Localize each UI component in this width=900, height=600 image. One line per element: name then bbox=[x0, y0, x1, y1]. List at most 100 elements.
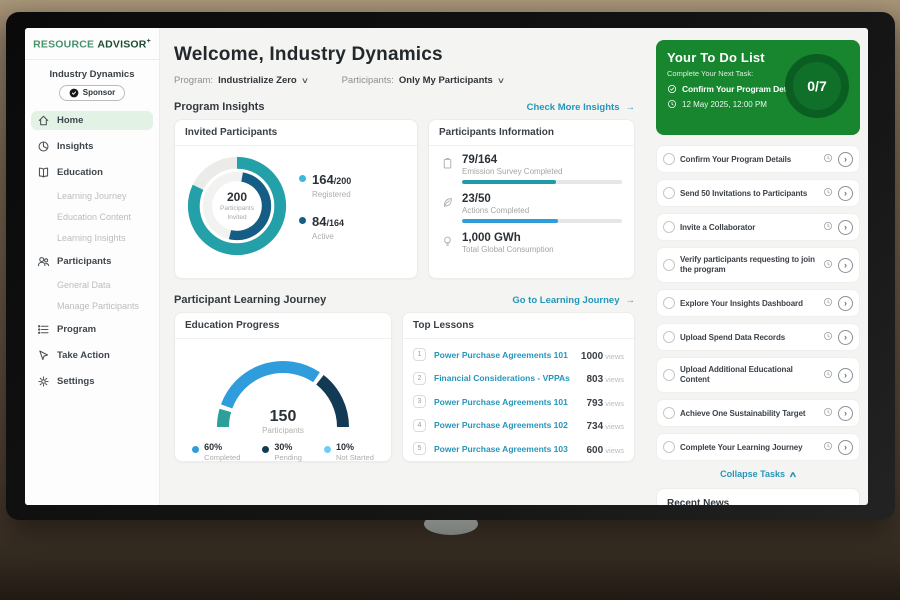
sidebar-item-general-data[interactable]: General Data bbox=[31, 278, 153, 292]
organization-name: Industry Dynamics bbox=[25, 69, 159, 80]
sidebar-item-manage-participants[interactable]: Manage Participants bbox=[31, 299, 153, 313]
page-title: Welcome, Industry Dynamics bbox=[174, 44, 635, 66]
lesson-views-count: 734 bbox=[586, 421, 603, 432]
task-checkbox[interactable] bbox=[663, 259, 675, 271]
task-row-verify-participants[interactable]: Verify participants requesting to join t… bbox=[656, 247, 860, 283]
legend-dot bbox=[324, 446, 331, 453]
metric-value: 23/50 bbox=[462, 193, 622, 205]
sidebar-item-take-action[interactable]: Take Action bbox=[31, 346, 153, 365]
progress-track bbox=[462, 219, 622, 223]
program-select[interactable]: Program: Industrialize Zero ∨ bbox=[174, 75, 308, 86]
app-logo: RESOURCE ADVISOR+ bbox=[25, 38, 159, 51]
divider bbox=[25, 59, 159, 60]
sidebar-item-program[interactable]: Program bbox=[31, 320, 153, 339]
task-open-button[interactable]: › bbox=[838, 220, 853, 235]
sidebar-item-home[interactable]: Home bbox=[31, 111, 153, 130]
logo-text-primary: RESOURCE bbox=[33, 39, 94, 51]
sidebar-item-label: Program bbox=[57, 324, 96, 335]
donut-center-label: Participants Invited bbox=[212, 205, 262, 221]
sidebar-item-insights[interactable]: Insights bbox=[31, 137, 153, 156]
lesson-rank: 5 bbox=[413, 442, 426, 455]
task-checkbox[interactable] bbox=[663, 369, 675, 381]
legend-label: Active bbox=[312, 232, 344, 241]
lesson-title-link[interactable]: Power Purchase Agreements 102 bbox=[434, 420, 578, 430]
task-open-button[interactable]: › bbox=[838, 440, 853, 455]
task-checkbox[interactable] bbox=[663, 407, 675, 419]
recent-news-card: Recent News bbox=[656, 488, 860, 505]
task-row-upload-spend-data[interactable]: Upload Spend Data Records › bbox=[656, 323, 860, 351]
lesson-rank: 2 bbox=[413, 372, 426, 385]
task-checkbox[interactable] bbox=[663, 331, 675, 343]
task-row-send-invitations[interactable]: Send 50 Invitations to Participants › bbox=[656, 179, 860, 207]
filters-row: Program: Industrialize Zero ∨ Participan… bbox=[174, 75, 635, 86]
sidebar-item-education[interactable]: Education bbox=[31, 163, 153, 182]
card-title: Invited Participants bbox=[175, 120, 417, 146]
list-icon bbox=[37, 323, 50, 336]
task-open-button[interactable]: › bbox=[838, 296, 853, 311]
lesson-title-link[interactable]: Power Purchase Agreements 101 bbox=[434, 350, 573, 360]
task-row-upload-educational-content[interactable]: Upload Additional Educational Content › bbox=[656, 357, 860, 393]
task-checkbox[interactable] bbox=[663, 153, 675, 165]
go-to-learning-journey-link[interactable]: Go to Learning Journey → bbox=[512, 295, 635, 306]
legend-total: /200 bbox=[334, 176, 352, 186]
task-label: Invite a Collaborator bbox=[680, 223, 818, 232]
collapse-tasks-link[interactable]: Collapse Tasks∧ bbox=[656, 469, 860, 479]
sidebar-item-settings[interactable]: Settings bbox=[31, 372, 153, 391]
participants-select[interactable]: Participants: Only My Participants ∨ bbox=[342, 75, 504, 86]
photo-background: RESOURCE ADVISOR+ Industry Dynamics Spon… bbox=[0, 0, 900, 600]
task-open-button[interactable]: › bbox=[838, 258, 853, 273]
sidebar-item-learning-journey[interactable]: Learning Journey bbox=[31, 189, 153, 203]
task-open-button[interactable]: › bbox=[838, 406, 853, 421]
lesson-title-link[interactable]: Financial Considerations - VPPAs bbox=[434, 373, 578, 383]
legend-item-pending: 30% Pending bbox=[262, 442, 302, 462]
clock-icon bbox=[823, 331, 833, 341]
check-more-insights-link[interactable]: Check More Insights → bbox=[527, 102, 635, 113]
task-row-complete-learning-journey[interactable]: Complete Your Learning Journey › bbox=[656, 433, 860, 461]
lesson-row: 3 Power Purchase Agreements 101 793 view… bbox=[413, 390, 624, 414]
card-title: Education Progress bbox=[175, 313, 391, 339]
home-icon bbox=[37, 114, 50, 127]
lesson-rank: 4 bbox=[413, 419, 426, 432]
lesson-views-count: 600 bbox=[586, 445, 603, 456]
task-checkbox[interactable] bbox=[663, 187, 675, 199]
sidebar-item-participants[interactable]: Participants bbox=[31, 252, 153, 271]
education-gauge-chart: 150 Participants bbox=[203, 347, 363, 435]
lesson-views-label: views bbox=[603, 422, 624, 431]
donut-legend: 164/200 Registered 84/164 Active bbox=[299, 171, 351, 241]
sidebar-item-education-content[interactable]: Education Content bbox=[31, 210, 153, 224]
task-row-achieve-target[interactable]: Achieve One Sustainability Target › bbox=[656, 399, 860, 427]
lessons-list: 1 Power Purchase Agreements 101 1000 vie… bbox=[403, 339, 634, 465]
lesson-title-link[interactable]: Power Purchase Agreements 101 bbox=[434, 397, 578, 407]
sponsor-icon bbox=[69, 88, 79, 98]
task-checkbox[interactable] bbox=[663, 297, 675, 309]
metric-label: Emission Survey Completed bbox=[462, 167, 622, 176]
task-label: Verify participants requesting to join t… bbox=[680, 255, 818, 275]
card-title: Top Lessons bbox=[403, 313, 634, 339]
task-checkbox[interactable] bbox=[663, 441, 675, 453]
task-open-button[interactable]: › bbox=[838, 152, 853, 167]
task-row-explore-insights[interactable]: Explore Your Insights Dashboard › bbox=[656, 289, 860, 317]
clock-icon bbox=[823, 221, 833, 231]
task-open-button[interactable]: › bbox=[838, 368, 853, 383]
task-open-button[interactable]: › bbox=[838, 186, 853, 201]
clipboard-icon bbox=[441, 157, 454, 170]
legend-dot bbox=[192, 446, 199, 453]
clock-icon bbox=[667, 99, 677, 109]
gauge-center-label: Participants bbox=[203, 426, 363, 435]
legend-item-active: 84/164 Active bbox=[299, 213, 351, 241]
lesson-rank: 3 bbox=[413, 395, 426, 408]
clock-icon bbox=[823, 297, 833, 307]
task-row-confirm-program[interactable]: Confirm Your Program Details › bbox=[656, 145, 860, 173]
cursor-action-icon bbox=[37, 349, 50, 362]
legend-value: 30% bbox=[274, 442, 302, 452]
clock-icon bbox=[823, 153, 833, 163]
sidebar-item-learning-insights[interactable]: Learning Insights bbox=[31, 231, 153, 245]
task-open-button[interactable]: › bbox=[838, 330, 853, 345]
chevron-down-icon: ∨ bbox=[497, 76, 505, 85]
task-checkbox[interactable] bbox=[663, 221, 675, 233]
chevron-right-icon: › bbox=[844, 188, 847, 198]
lesson-title-link[interactable]: Power Purchase Agreements 103 bbox=[434, 444, 578, 454]
task-row-invite-collaborator[interactable]: Invite a Collaborator › bbox=[656, 213, 860, 241]
sidebar-item-label: Insights bbox=[57, 141, 93, 152]
education-progress-card: Education Progress 150 Participants bbox=[174, 312, 392, 462]
